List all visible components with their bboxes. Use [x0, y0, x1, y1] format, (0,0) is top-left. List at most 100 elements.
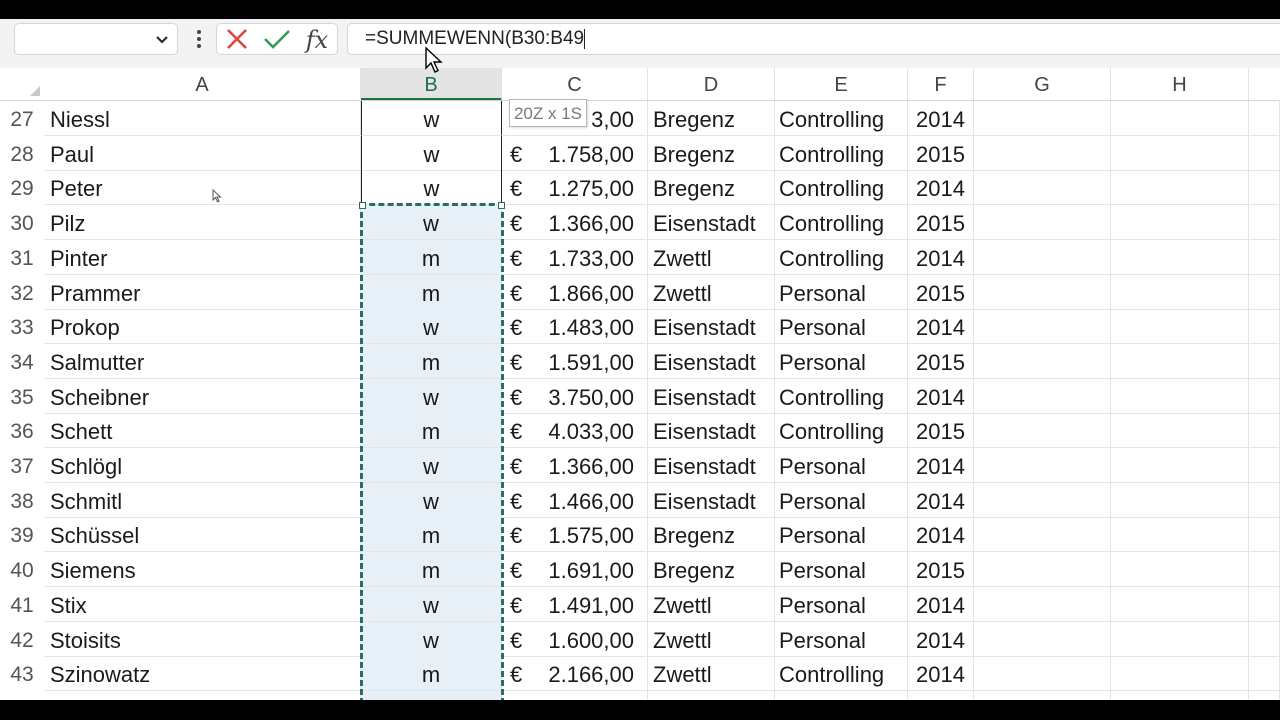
cell-empty-h[interactable]: [1111, 482, 1249, 518]
column-header-c[interactable]: C: [502, 68, 648, 100]
cell-year[interactable]: 2014: [908, 656, 974, 692]
cell-department[interactable]: Personal: [775, 274, 908, 310]
cell-empty-i[interactable]: [1249, 378, 1280, 414]
cell-empty-h[interactable]: [1111, 586, 1249, 622]
cell-department[interactable]: Personal: [775, 309, 908, 345]
cell-department[interactable]: Controlling: [775, 170, 908, 206]
cell-empty-g[interactable]: [974, 343, 1111, 379]
row-number[interactable]: 43: [0, 656, 44, 691]
cell-empty-i[interactable]: [1249, 170, 1280, 206]
cell-amount[interactable]: €1.491,00: [502, 586, 648, 622]
cell-sex[interactable]: m: [361, 274, 502, 310]
row-number[interactable]: 35: [0, 379, 44, 414]
cell-year[interactable]: [908, 690, 974, 700]
cell-name[interactable]: Paul: [44, 135, 361, 171]
cell-empty-i[interactable]: [1249, 101, 1280, 136]
cell-name[interactable]: Schüssel: [44, 517, 361, 553]
cell-city[interactable]: Bregenz: [648, 552, 775, 588]
cell-empty-i[interactable]: [1249, 309, 1280, 345]
cell-amount[interactable]: €1.733,00: [502, 239, 648, 275]
cell-city[interactable]: Bregenz: [648, 517, 775, 553]
row-number[interactable]: 39: [0, 517, 44, 552]
cell-empty-i[interactable]: [1249, 448, 1280, 483]
row-number[interactable]: 27: [0, 101, 44, 136]
row-number[interactable]: [0, 691, 44, 700]
cell-department[interactable]: Controlling: [775, 378, 908, 414]
row-number[interactable]: 34: [0, 344, 44, 379]
cell-empty-h[interactable]: [1111, 205, 1249, 241]
cell-city[interactable]: Zwettl: [648, 274, 775, 310]
cell-sex[interactable]: [361, 690, 502, 700]
cell-empty-i[interactable]: [1249, 205, 1280, 241]
cell-city[interactable]: Zwettl: [648, 586, 775, 622]
cell-department[interactable]: Controlling: [775, 656, 908, 692]
row-number[interactable]: 41: [0, 587, 44, 622]
cell-sex[interactable]: m: [361, 343, 502, 379]
cell-year[interactable]: 2014: [908, 448, 974, 483]
cell-empty-h[interactable]: [1111, 343, 1249, 379]
cell-empty-g[interactable]: [974, 135, 1111, 171]
cell-city[interactable]: Eisenstadt: [648, 413, 775, 449]
cell-year[interactable]: 2014: [908, 378, 974, 414]
cell-empty-h[interactable]: [1111, 135, 1249, 171]
cell-empty-g[interactable]: [974, 690, 1111, 700]
cell-name[interactable]: Stoisits: [44, 621, 361, 657]
cell-sex[interactable]: w: [361, 448, 502, 483]
cell-empty-g[interactable]: [974, 517, 1111, 553]
cell-city[interactable]: Eisenstadt: [648, 309, 775, 345]
cell-empty-h[interactable]: [1111, 517, 1249, 553]
cell-empty-h[interactable]: [1111, 378, 1249, 414]
cell-name[interactable]: Schlögl: [44, 448, 361, 483]
cell-empty-h[interactable]: [1111, 448, 1249, 483]
cell-department[interactable]: Personal: [775, 482, 908, 518]
cell-empty-i[interactable]: [1249, 517, 1280, 553]
row-number[interactable]: 40: [0, 552, 44, 587]
cell-name[interactable]: Niessl: [44, 101, 361, 136]
cell-city[interactable]: Zwettl: [648, 239, 775, 275]
cell-empty-h[interactable]: [1111, 552, 1249, 588]
cell-empty-g[interactable]: [974, 101, 1111, 136]
cell-amount[interactable]: €2.166,00: [502, 656, 648, 692]
cell-name[interactable]: Szinowatz: [44, 656, 361, 692]
cell-empty-g[interactable]: [974, 239, 1111, 275]
worksheet-grid[interactable]: 27 Niessl w 3,00 Bregenz Controlling 2014 28 Pau…: [0, 101, 1280, 700]
cell-empty-h[interactable]: [1111, 274, 1249, 310]
cell-city[interactable]: Bregenz: [648, 135, 775, 171]
cell-city[interactable]: [648, 690, 775, 700]
row-number[interactable]: 36: [0, 413, 44, 448]
cell-amount[interactable]: €1.600,00: [502, 621, 648, 657]
row-number[interactable]: 33: [0, 309, 44, 344]
cell-sex[interactable]: m: [361, 517, 502, 553]
cell-year[interactable]: 2015: [908, 343, 974, 379]
cell-sex[interactable]: m: [361, 552, 502, 588]
cell-name[interactable]: [44, 690, 361, 700]
cell-amount[interactable]: €1.366,00: [502, 205, 648, 241]
cell-name[interactable]: Scheibner: [44, 378, 361, 414]
cell-empty-g[interactable]: [974, 621, 1111, 657]
cell-year[interactable]: 2015: [908, 135, 974, 171]
cell-empty-i[interactable]: [1249, 482, 1280, 518]
cell-name[interactable]: Schett: [44, 413, 361, 449]
cell-department[interactable]: Personal: [775, 448, 908, 483]
cell-empty-g[interactable]: [974, 448, 1111, 483]
formula-input[interactable]: =SUMMEWENN(B30:B49: [347, 23, 1280, 55]
cell-amount[interactable]: €3.750,00: [502, 378, 648, 414]
cell-empty-i[interactable]: [1249, 552, 1280, 588]
row-number[interactable]: 31: [0, 240, 44, 275]
cell-name[interactable]: Schmitl: [44, 482, 361, 518]
cell-amount[interactable]: €1.575,00: [502, 517, 648, 553]
cell-city[interactable]: Zwettl: [648, 621, 775, 657]
cell-city[interactable]: Bregenz: [648, 170, 775, 206]
cell-empty-g[interactable]: [974, 378, 1111, 414]
cell-department[interactable]: Personal: [775, 343, 908, 379]
cell-year[interactable]: 2014: [908, 621, 974, 657]
cell-department[interactable]: Controlling: [775, 135, 908, 171]
row-number[interactable]: 37: [0, 448, 44, 483]
cell-name[interactable]: Siemens: [44, 552, 361, 588]
cell-department[interactable]: Controlling: [775, 413, 908, 449]
cell-empty-h[interactable]: [1111, 656, 1249, 692]
cell-city[interactable]: Eisenstadt: [648, 205, 775, 241]
cell-empty-g[interactable]: [974, 413, 1111, 449]
row-number[interactable]: 38: [0, 483, 44, 518]
cell-year[interactable]: 2014: [908, 239, 974, 275]
